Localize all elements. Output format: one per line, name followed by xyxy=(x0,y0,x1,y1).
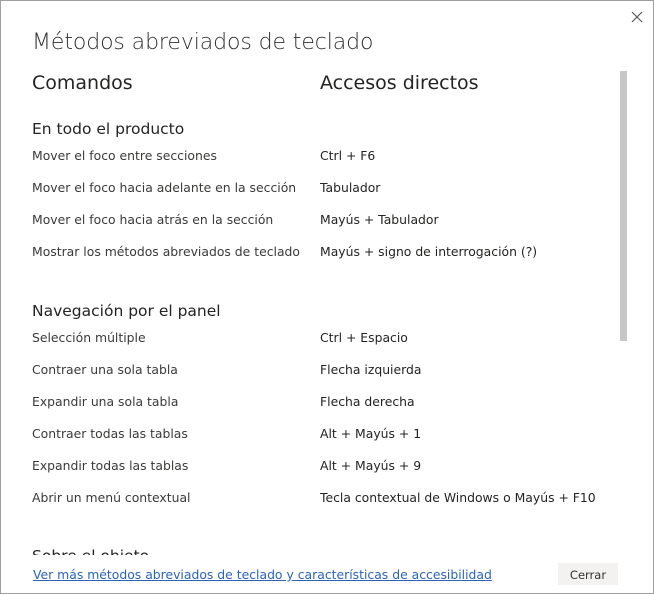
command-label: Selección múltiple xyxy=(32,330,146,345)
close-icon xyxy=(631,11,643,23)
keyboard-shortcuts-dialog: Métodos abreviados de teclado Comandos A… xyxy=(0,0,654,594)
shortcut-label: Tabulador xyxy=(320,180,381,195)
shortcut-label: Mayús + signo de interrogación (?) xyxy=(320,244,538,259)
shortcut-row: Mover el foco hacia atrás en la sección … xyxy=(32,204,612,236)
shortcut-row: Mostrar los métodos abreviados de teclad… xyxy=(32,236,612,268)
shortcut-row: Mover el foco hacia adelante en la secci… xyxy=(32,172,612,204)
section-title: Navegación por el panel xyxy=(32,302,221,320)
shortcut-label: Mayús + Tabulador xyxy=(320,212,439,227)
shortcut-label: Tecla contextual de Windows o Mayús + F1… xyxy=(320,490,596,505)
command-label: Mover el foco entre secciones xyxy=(32,148,217,163)
section-on-object: Sobre el objeto xyxy=(32,545,612,555)
close-button[interactable] xyxy=(627,7,647,27)
shortcut-label: Ctrl + Espacio xyxy=(320,330,408,345)
shortcut-label: Flecha derecha xyxy=(320,394,415,409)
shortcut-row: Contraer una sola tabla Flecha izquierda xyxy=(32,354,612,386)
close-dialog-button[interactable]: Cerrar xyxy=(558,563,618,585)
command-label: Expandir una sola tabla xyxy=(32,394,179,409)
section-title: Sobre el objeto xyxy=(32,545,612,555)
dialog-title: Métodos abreviados de teclado xyxy=(32,30,374,55)
command-label: Expandir todas las tablas xyxy=(32,458,189,473)
shortcut-label: Ctrl + F6 xyxy=(320,148,376,163)
commands-column-header: Comandos xyxy=(32,72,133,94)
command-label: Abrir un menú contextual xyxy=(32,490,191,505)
command-label: Mostrar los métodos abreviados de teclad… xyxy=(32,244,301,259)
shortcuts-scroll-area[interactable]: En todo el producto Mover el foco entre … xyxy=(1,111,653,555)
section-whole-product: En todo el producto Mover el foco entre … xyxy=(32,118,612,268)
command-label: Contraer una sola tabla xyxy=(32,362,178,377)
section-dashboard-navigation: Navegación por el panel Selección múltip… xyxy=(32,300,612,514)
shortcut-label: Flecha izquierda xyxy=(320,362,422,377)
shortcut-row: Expandir una sola tabla Flecha derecha xyxy=(32,386,612,418)
scrollbar-thumb[interactable] xyxy=(620,71,627,341)
shortcut-row: Abrir un menú contextual Tecla contextua… xyxy=(32,482,612,514)
shortcut-label: Alt + Mayús + 1 xyxy=(320,426,422,441)
command-label: Contraer todas las tablas xyxy=(32,426,188,441)
shortcuts-column-header: Accesos directos xyxy=(320,72,479,94)
shortcut-row: Selección múltiple Ctrl + Espacio xyxy=(32,322,612,354)
section-title: En todo el producto xyxy=(32,120,185,138)
shortcut-row: Expandir todas las tablas Alt + Mayús + … xyxy=(32,450,612,482)
more-shortcuts-link[interactable]: Ver más métodos abreviados de teclado y … xyxy=(33,567,492,582)
command-label: Mover el foco hacia atrás en la sección xyxy=(32,212,274,227)
shortcut-label: Alt + Mayús + 9 xyxy=(320,458,422,473)
shortcut-row: Mover el foco entre secciones Ctrl + F6 xyxy=(32,140,612,172)
shortcut-row: Contraer todas las tablas Alt + Mayús + … xyxy=(32,418,612,450)
command-label: Mover el foco hacia adelante en la secci… xyxy=(32,180,297,195)
